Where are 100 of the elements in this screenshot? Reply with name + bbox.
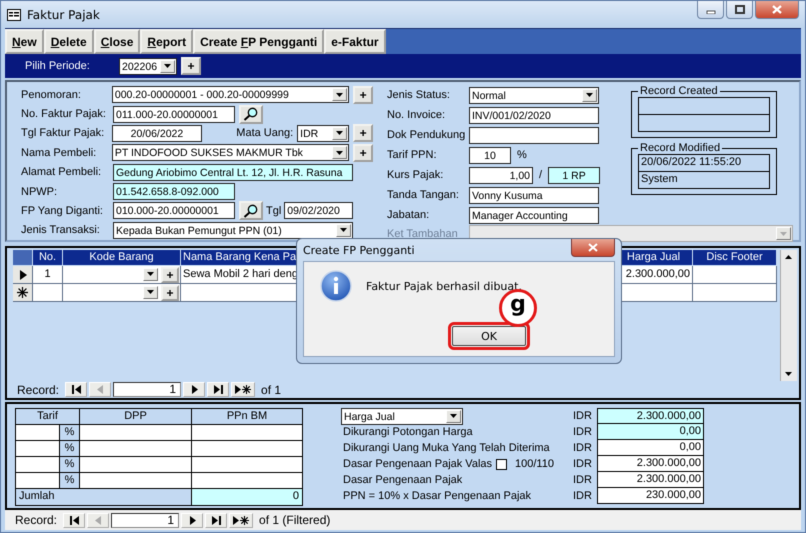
add-button[interactable]: + [353,86,373,104]
ok-button[interactable]: OK [452,326,526,346]
close-button[interactable] [755,1,799,19]
input-field[interactable] [192,457,302,473]
input-field[interactable] [80,425,192,441]
field-label: No. Faktur Pajak: [21,108,107,120]
amount-field: 2.300.000,00 [597,472,704,488]
row-selector[interactable] [13,284,33,302]
caret-icon [586,93,593,97]
next-record-button[interactable] [181,512,204,528]
input-field[interactable]: INV/001/02/2020 [469,106,599,124]
combo-box[interactable]: IDR [297,124,350,142]
minimize-button[interactable] [697,1,724,19]
summary-label: Dikurangi Uang Muka Yang Telah Diterima [342,442,550,454]
last-record-button[interactable] [207,382,230,397]
add-button[interactable]: + [353,144,373,162]
record-number-field[interactable]: 1 [113,382,182,397]
add-button[interactable]: + [161,284,179,300]
add-button[interactable]: + [353,124,373,142]
checkbox[interactable] [496,458,508,470]
summary-label: PPN = 10% x Dasar Pengenaan Pajak [342,490,532,502]
input-field[interactable]: Gedung Ariobimo Central Lt. 12, Jl. H.R. Rasuna [113,164,353,181]
next-record-button[interactable] [183,382,206,397]
new-record-button[interactable] [229,512,254,528]
date-field[interactable]: 20/06/2022 [112,124,202,142]
input-field[interactable]: 1,00 [469,166,533,184]
input-field[interactable] [16,425,60,441]
form-icon [7,8,21,20]
ratio-label: 100/110 [514,458,554,470]
period-label: Pilih Periode: [25,60,91,72]
caret-icon [336,92,344,97]
new-row-icon [17,287,28,298]
input-field[interactable] [80,457,192,473]
dropdown-button[interactable] [332,146,348,160]
add-button[interactable]: + [181,57,201,75]
date-field[interactable]: 09/02/2020 [284,202,353,220]
table-cell: 1 [33,266,63,284]
input-field[interactable]: Vonny Kusuma [469,186,599,204]
total-field: 0 [192,489,302,505]
toolbar-button[interactable]: Create FP Pengganti [193,29,324,54]
new-record-button[interactable] [231,382,256,397]
dropdown-button[interactable] [160,60,175,72]
toolbar-button[interactable]: New [5,29,44,54]
dropdown-button[interactable] [332,88,348,102]
input-field[interactable] [192,425,302,441]
maximize-button[interactable] [726,1,753,19]
input-field[interactable] [80,473,192,489]
maximize-icon [734,5,744,14]
close-icon [772,5,782,14]
caret-icon [164,64,171,68]
dropdown-button[interactable] [332,126,348,140]
input-field[interactable]: 011.000-20.00000001 [113,106,235,123]
dropdown-button[interactable] [143,268,158,280]
unit-field: 1 RP [548,166,600,184]
input-field[interactable] [80,441,192,457]
first-record-button[interactable] [63,512,86,528]
add-button[interactable]: + [161,266,179,282]
combo-box[interactable]: 000.20-00000001 - 000.20-00009999 [112,86,350,104]
currency-label: IDR [573,442,593,454]
amount-field: 2.300.000,00 [597,408,704,424]
window-title: Faktur Pajak [27,8,100,22]
input-field[interactable] [192,473,302,489]
dropdown-button[interactable] [143,286,158,298]
info-field: System [638,172,770,189]
field-label: Ket Tambahan [387,228,459,240]
input-field[interactable]: Manager Accounting [469,206,599,224]
toolbar-button[interactable]: Delete [44,29,94,54]
input-field[interactable] [16,473,60,489]
input-field[interactable]: 01.542.658.8-092.000 [113,183,235,200]
input-field[interactable] [469,126,599,144]
currency-label: IDR [573,474,593,486]
record-count: of 1 (Filtered) [259,513,330,527]
input-field[interactable]: 010.000-20.00000001 [113,202,235,220]
input-field[interactable] [16,441,60,457]
dropdown-button[interactable] [582,88,597,102]
combo-box[interactable]: PT INDOFOOD SUKSES MAKMUR Tbk [112,144,350,162]
toolbar-button[interactable]: e-Faktur [324,29,386,54]
search-button[interactable] [239,201,263,220]
combo-box[interactable]: Normal [469,86,599,104]
close-button[interactable] [571,239,615,257]
dropdown-button[interactable] [446,410,461,422]
row-selector[interactable] [13,266,33,284]
search-button[interactable] [239,104,263,124]
search-icon [243,107,259,122]
record-count: of 1 [261,382,282,396]
first-record-button[interactable] [65,382,88,397]
dropdown-button[interactable] [336,224,351,237]
record-number-field[interactable]: 1 [111,512,180,528]
scrollbar[interactable] [780,250,797,381]
combo-box[interactable]: Kepada Bukan Pemungut PPN (01) [113,222,353,239]
caret-icon [336,131,344,136]
toolbar-button[interactable]: Report [140,29,194,54]
period-combo[interactable]: 202206 [119,58,177,74]
last-record-button[interactable] [205,512,228,528]
currency-label: IDR [573,458,593,470]
input-field[interactable] [192,441,302,457]
combo-box[interactable]: Harga Jual [341,408,463,424]
toolbar-button[interactable]: Close [94,29,140,54]
input-field[interactable]: 10 [469,146,511,164]
input-field[interactable] [16,457,60,473]
